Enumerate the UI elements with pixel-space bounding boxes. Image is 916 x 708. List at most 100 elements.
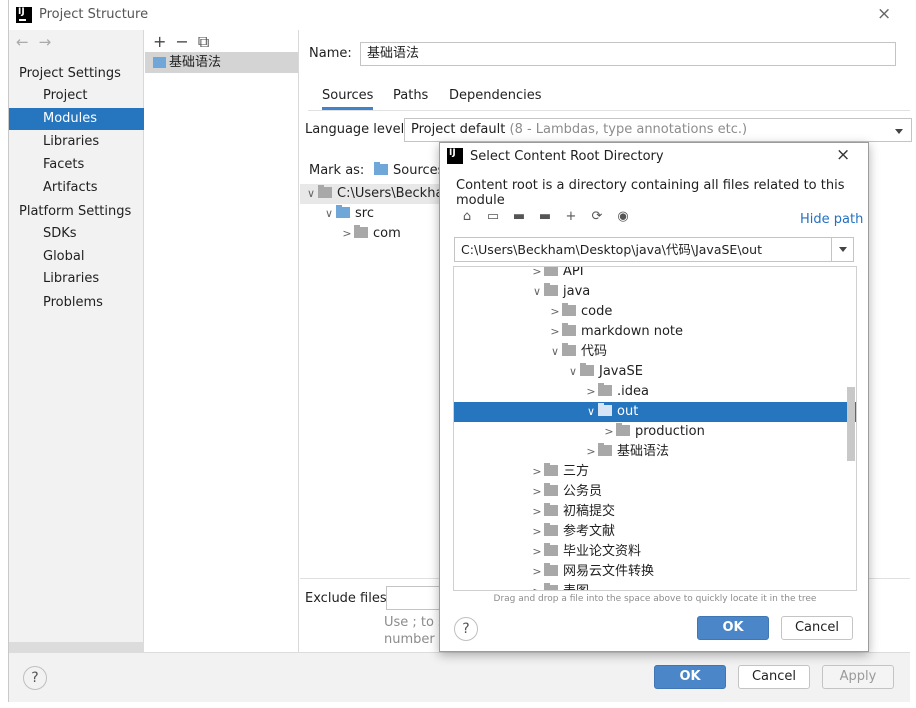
remove-icon[interactable]: − <box>175 32 197 51</box>
sidebar-item-project[interactable]: Project <box>9 85 144 107</box>
folder-icon <box>544 563 558 576</box>
chevron-down-icon[interactable]: ∨ <box>548 342 562 362</box>
exclude-files-label: Exclude files: <box>305 591 392 606</box>
tree-row[interactable]: > 表图 <box>454 582 856 590</box>
refresh-icon[interactable]: ⟳ <box>584 209 610 224</box>
tree-row-src[interactable]: ∨ src <box>300 204 374 224</box>
sidebar-item-global-libraries[interactable]: Global Libraries <box>9 246 144 286</box>
sidebar-item-libraries[interactable]: Libraries <box>9 131 144 153</box>
language-level-hint: (8 - Lambdas, type annotations etc.) <box>509 122 748 137</box>
content-root-row[interactable]: ∨ C:\Users\Beckham <box>300 184 456 204</box>
back-arrow-icon[interactable]: ← <box>16 33 39 51</box>
module-folder-icon[interactable]: ▬ <box>532 209 558 224</box>
chevron-right-icon[interactable]: > <box>584 382 598 402</box>
directory-tree: > API ∨ java > code > markdown note ∨ 代码 ∨ JavaSE >.… <box>453 266 857 591</box>
chevron-right-icon[interactable]: > <box>548 322 562 342</box>
mark-as-label: Mark as: <box>309 163 365 178</box>
help-button[interactable]: ? <box>23 666 47 690</box>
dialog-title: Select Content Root Directory <box>470 149 664 164</box>
source-folder-icon <box>336 205 350 218</box>
copy-icon[interactable]: ⧉ <box>198 32 218 51</box>
chevron-right-icon[interactable]: > <box>548 302 562 322</box>
chevron-right-icon[interactable]: > <box>530 482 544 502</box>
hide-path-link[interactable]: Hide path <box>800 212 863 227</box>
tree-row[interactable]: > 参考文献 <box>454 522 856 542</box>
tree-row[interactable]: > 公务员 <box>454 482 856 502</box>
tree-row[interactable]: > markdown note <box>454 322 856 342</box>
tree-row[interactable]: > 三方 <box>454 462 856 482</box>
tree-row[interactable]: > 初稿提交 <box>454 502 856 522</box>
close-icon[interactable]: × <box>877 4 891 24</box>
tree-row[interactable]: > 毕业论文资料 <box>454 542 856 562</box>
apply-button[interactable]: Apply <box>822 665 894 689</box>
tree-row-label: 网易云文件转换 <box>563 564 655 579</box>
folder-icon <box>598 403 612 416</box>
dialog-cancel-button[interactable]: Cancel <box>781 616 853 640</box>
tree-row[interactable]: > 网易云文件转换 <box>454 562 856 582</box>
mark-sources-button[interactable]: Sources <box>374 162 444 178</box>
language-level-select[interactable]: Project default (8 - Lambdas, type annot… <box>404 118 912 142</box>
tree-row[interactable]: ∨ JavaSE <box>454 362 856 382</box>
chevron-right-icon[interactable]: > <box>602 422 616 442</box>
tab-paths[interactable]: Paths <box>393 86 428 110</box>
chevron-right-icon[interactable]: > <box>530 582 544 590</box>
tree-row[interactable]: > 基础语法 <box>454 442 856 462</box>
chevron-right-icon[interactable]: > <box>530 462 544 482</box>
folder-icon <box>562 323 576 336</box>
tab-dependencies[interactable]: Dependencies <box>449 86 542 110</box>
tree-row[interactable]: > .idea <box>454 382 856 402</box>
sidebar-scrollbar[interactable] <box>9 642 144 652</box>
module-name-input[interactable]: 基础语法 <box>360 42 896 66</box>
chevron-right-icon[interactable]: > <box>584 442 598 462</box>
chevron-down-icon[interactable]: ∨ <box>322 204 336 224</box>
chevron-down-icon[interactable]: ∨ <box>304 184 318 204</box>
tree-row[interactable]: ∨ java <box>454 282 856 302</box>
sidebar-item-artifacts[interactable]: Artifacts <box>9 177 144 199</box>
chevron-right-icon[interactable]: > <box>530 522 544 542</box>
chevron-down-icon[interactable]: ∨ <box>566 362 580 382</box>
chevron-down-icon[interactable]: ∨ <box>530 282 544 302</box>
help-button[interactable]: ? <box>454 617 478 641</box>
tree-row[interactable]: > code <box>454 302 856 322</box>
tree-row[interactable]: > API <box>454 267 856 282</box>
intellij-logo-icon: IJ <box>447 148 463 164</box>
module-item[interactable]: 基础语法 <box>145 52 298 73</box>
sidebar-item-sdks[interactable]: SDKs <box>9 223 144 245</box>
tree-row[interactable]: ∨ out <box>454 402 856 422</box>
tree-row-com[interactable]: > com <box>300 224 401 244</box>
exclude-hint-2: number o <box>384 632 447 647</box>
tree-scrollbar[interactable] <box>847 387 855 461</box>
add-icon[interactable]: + <box>153 32 175 51</box>
dialog-ok-button[interactable]: OK <box>697 616 769 640</box>
home-icon[interactable]: ⌂ <box>454 209 480 224</box>
chevron-right-icon[interactable]: > <box>530 267 544 282</box>
tree-row[interactable]: > production <box>454 422 856 442</box>
new-folder-icon[interactable]: + <box>558 209 584 224</box>
chevron-down-icon[interactable]: ∨ <box>584 402 598 422</box>
ok-button[interactable]: OK <box>654 665 726 689</box>
tree-row[interactable]: ∨ 代码 <box>454 342 856 362</box>
chevron-right-icon[interactable]: > <box>340 224 354 244</box>
platform-settings-heading: Platform Settings <box>19 204 132 219</box>
tree-row-label: out <box>617 404 639 419</box>
module-list-panel: +−⧉ 基础语法 <box>145 30 299 652</box>
path-input[interactable]: C:\Users\Beckham\Desktop\java\代码\JavaSE\… <box>454 237 854 262</box>
cancel-button[interactable]: Cancel <box>738 665 810 689</box>
forward-arrow-icon[interactable]: → <box>39 33 62 51</box>
sidebar-item-modules[interactable]: Modules <box>9 108 144 130</box>
dialog-description: Content root is a directory containing a… <box>456 178 845 208</box>
chevron-right-icon[interactable]: > <box>530 542 544 562</box>
tab-sources[interactable]: Sources <box>322 86 374 110</box>
sidebar-item-problems[interactable]: Problems <box>9 292 144 314</box>
path-history-button[interactable] <box>831 238 853 261</box>
folder-icon <box>544 283 558 296</box>
desktop-icon[interactable]: ▭ <box>480 209 506 224</box>
module-item-label: 基础语法 <box>169 55 222 70</box>
chevron-right-icon[interactable]: > <box>530 502 544 522</box>
chevron-right-icon[interactable]: > <box>530 562 544 582</box>
project-folder-icon[interactable]: ▬ <box>506 209 532 224</box>
select-content-root-dialog: IJ Select Content Root Directory × Conte… <box>439 142 869 652</box>
close-icon[interactable]: × <box>836 145 850 165</box>
sidebar-item-facets[interactable]: Facets <box>9 154 144 176</box>
show-hidden-icon[interactable]: ◉ <box>610 209 636 224</box>
